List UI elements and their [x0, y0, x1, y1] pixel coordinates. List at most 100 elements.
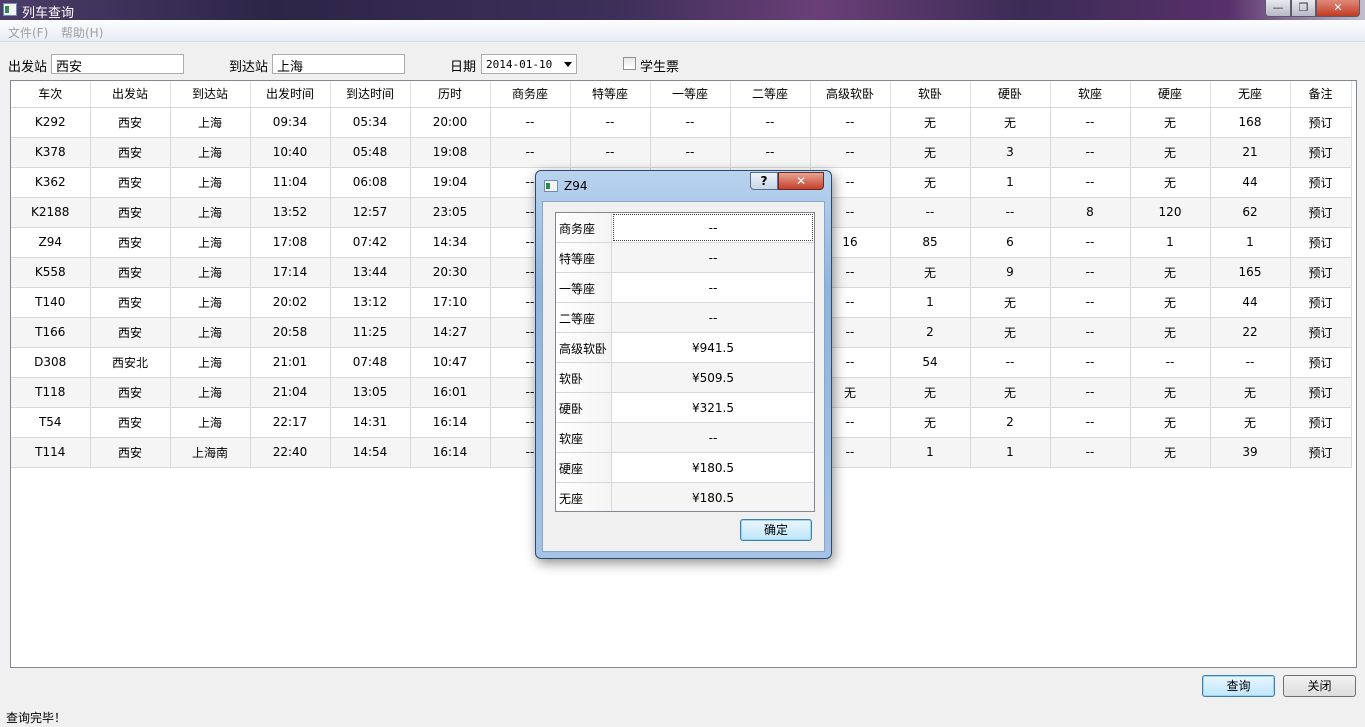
table-cell[interactable]: --	[810, 107, 891, 138]
table-cell[interactable]: 05:34	[330, 107, 411, 138]
table-cell[interactable]: 西安	[90, 197, 171, 228]
table-cell[interactable]: 62	[1210, 197, 1291, 228]
table-cell[interactable]: 16:14	[410, 407, 491, 438]
fare-price[interactable]: ¥180.5	[612, 453, 814, 482]
table-cell[interactable]: 无	[1130, 257, 1211, 288]
table-cell[interactable]: 17:10	[410, 287, 491, 318]
table-cell[interactable]: 10:40	[250, 137, 331, 168]
table-cell[interactable]: 无	[1130, 437, 1211, 468]
fare-row[interactable]: 软卧 ¥509.5	[556, 363, 814, 393]
table-cell[interactable]: --	[1050, 107, 1131, 138]
table-cell[interactable]: 44	[1210, 167, 1291, 198]
table-cell[interactable]: 预订	[1290, 437, 1352, 468]
table-cell[interactable]: 西安	[90, 287, 171, 318]
column-header[interactable]: 软卧	[890, 81, 971, 108]
table-cell[interactable]: 预订	[1290, 227, 1352, 258]
table-cell[interactable]: 预订	[1290, 347, 1352, 378]
fare-price[interactable]: --	[612, 273, 814, 302]
table-cell[interactable]: --	[1050, 377, 1131, 408]
table-cell[interactable]: 2	[970, 407, 1051, 438]
table-cell[interactable]: --	[1050, 137, 1131, 168]
table-cell[interactable]: T118	[11, 377, 91, 408]
table-cell[interactable]: K362	[11, 167, 91, 198]
table-cell[interactable]: 07:48	[330, 347, 411, 378]
table-cell[interactable]: 11:25	[330, 317, 411, 348]
table-cell[interactable]: T114	[11, 437, 91, 468]
table-cell[interactable]: 无	[970, 377, 1051, 408]
table-cell[interactable]: 21:01	[250, 347, 331, 378]
table-cell[interactable]: --	[970, 197, 1051, 228]
table-cell[interactable]: 21:04	[250, 377, 331, 408]
table-cell[interactable]: 无	[890, 107, 971, 138]
table-cell[interactable]: 西安	[90, 377, 171, 408]
table-cell[interactable]: 预订	[1290, 107, 1352, 138]
table-cell[interactable]: 无	[1210, 407, 1291, 438]
table-cell[interactable]: 16:14	[410, 437, 491, 468]
table-cell[interactable]: --	[810, 137, 891, 168]
table-cell[interactable]: 无	[890, 257, 971, 288]
table-cell[interactable]: 07:42	[330, 227, 411, 258]
table-cell[interactable]: --	[890, 197, 971, 228]
table-cell[interactable]: 无	[970, 107, 1051, 138]
table-cell[interactable]: --	[490, 107, 571, 138]
fare-row[interactable]: 硬卧 ¥321.5	[556, 393, 814, 423]
table-cell[interactable]: 8	[1050, 197, 1131, 228]
table-cell[interactable]: 1	[1210, 227, 1291, 258]
table-cell[interactable]: 168	[1210, 107, 1291, 138]
table-cell[interactable]: 无	[1130, 107, 1211, 138]
fare-price[interactable]: --	[612, 303, 814, 332]
table-cell[interactable]: --	[1210, 347, 1291, 378]
table-cell[interactable]: --	[570, 137, 651, 168]
table-cell[interactable]: 上海	[170, 377, 251, 408]
table-cell[interactable]: 无	[1130, 377, 1211, 408]
table-cell[interactable]: 西安	[90, 227, 171, 258]
table-cell[interactable]: 上海南	[170, 437, 251, 468]
table-cell[interactable]: 22:17	[250, 407, 331, 438]
query-button[interactable]: 查询	[1202, 675, 1275, 697]
table-cell[interactable]: 西安北	[90, 347, 171, 378]
table-cell[interactable]: --	[650, 107, 731, 138]
table-cell[interactable]: K292	[11, 107, 91, 138]
table-cell[interactable]: --	[1050, 437, 1131, 468]
table-cell[interactable]: 20:30	[410, 257, 491, 288]
maximize-button[interactable]: ❐	[1291, 0, 1316, 17]
table-cell[interactable]: 无	[1130, 317, 1211, 348]
table-cell[interactable]: 无	[1130, 287, 1211, 318]
column-header[interactable]: 高级软卧	[810, 81, 891, 108]
fare-price[interactable]: ¥321.5	[612, 393, 814, 422]
column-header[interactable]: 硬座	[1130, 81, 1211, 108]
table-cell[interactable]: 21	[1210, 137, 1291, 168]
table-cell[interactable]: --	[570, 107, 651, 138]
table-cell[interactable]: --	[1050, 287, 1131, 318]
table-cell[interactable]: 上海	[170, 257, 251, 288]
table-cell[interactable]: --	[1050, 167, 1131, 198]
to-station-input[interactable]: 上海	[272, 54, 405, 75]
fare-row[interactable]: 二等座 --	[556, 303, 814, 333]
table-cell[interactable]: 20:58	[250, 317, 331, 348]
table-cell[interactable]: 无	[970, 287, 1051, 318]
student-ticket-checkbox[interactable]	[623, 57, 636, 70]
table-cell[interactable]: 165	[1210, 257, 1291, 288]
fare-row[interactable]: 商务座 --	[556, 213, 814, 243]
table-cell[interactable]: D308	[11, 347, 91, 378]
fare-row[interactable]: 高级软卧 ¥941.5	[556, 333, 814, 363]
table-cell[interactable]: 05:48	[330, 137, 411, 168]
table-cell[interactable]: 无	[970, 317, 1051, 348]
table-cell[interactable]: 10:47	[410, 347, 491, 378]
date-picker[interactable]: 2014-01-10	[481, 54, 577, 74]
table-cell[interactable]: Z94	[11, 227, 91, 258]
table-cell[interactable]: 3	[970, 137, 1051, 168]
table-row[interactable]: K378 西安 上海 10:40 05:48 19:08 -- -- -- -- -- 无 3 -- 无 21…	[11, 137, 1352, 168]
fare-price[interactable]: ¥180.5	[612, 483, 814, 511]
close-button[interactable]: 关闭	[1283, 675, 1356, 697]
column-header[interactable]: 特等座	[570, 81, 651, 108]
column-header[interactable]: 历时	[410, 81, 491, 108]
table-cell[interactable]: 09:34	[250, 107, 331, 138]
column-header[interactable]: 无座	[1210, 81, 1291, 108]
table-cell[interactable]: 19:08	[410, 137, 491, 168]
table-cell[interactable]: 预订	[1290, 317, 1352, 348]
table-cell[interactable]: T54	[11, 407, 91, 438]
table-cell[interactable]: 12:57	[330, 197, 411, 228]
table-cell[interactable]: 11:04	[250, 167, 331, 198]
table-cell[interactable]: --	[1050, 257, 1131, 288]
